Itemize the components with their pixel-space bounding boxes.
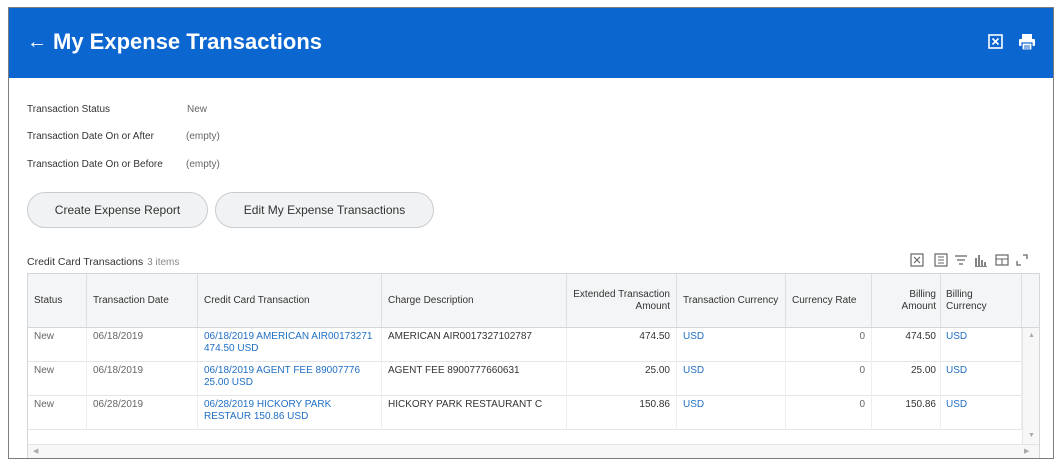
- cell-extended-amount: 474.50: [567, 328, 677, 362]
- column-header-billing-amount[interactable]: Billing Amount: [872, 274, 941, 327]
- filter-icon[interactable]: [953, 252, 969, 268]
- horizontal-scrollbar[interactable]: ◀ ▶: [28, 444, 1039, 458]
- page-header: ← My Expense Transactions: [9, 8, 1053, 78]
- credit-card-transactions-grid: Status Transaction Date Credit Card Tran…: [27, 273, 1040, 458]
- cell-credit-card-transaction-link[interactable]: 06/28/2019 HICKORY PARK RESTAUR 150.86 U…: [198, 396, 382, 430]
- column-header-transaction-currency[interactable]: Transaction Currency: [677, 274, 786, 327]
- cell-billing-amount: 25.00: [872, 362, 941, 396]
- cell-transaction-currency-link[interactable]: USD: [677, 396, 786, 430]
- scroll-up-icon[interactable]: ▲: [1028, 332, 1035, 340]
- table-row: New 06/28/2019 06/28/2019 HICKORY PARK R…: [28, 396, 1039, 430]
- page-title: My Expense Transactions: [53, 29, 322, 54]
- filter-value: (empty): [186, 159, 220, 170]
- scroll-right-icon[interactable]: ▶: [1024, 448, 1029, 456]
- column-header-billing-currency[interactable]: Billing Currency: [941, 274, 1022, 327]
- grid-item-count: 3 items: [147, 257, 180, 268]
- filter-label: Transaction Date On or After: [27, 131, 154, 142]
- grid-title: Credit Card Transactions 3 items: [27, 255, 179, 270]
- table-row: New 06/18/2019 06/18/2019 AMERICAN AIR00…: [28, 328, 1039, 362]
- cell-extended-amount: 150.86: [567, 396, 677, 430]
- column-header-charge-description[interactable]: Charge Description: [382, 274, 567, 327]
- cell-credit-card-transaction-link[interactable]: 06/18/2019 AMERICAN AIR00173271 474.50 U…: [198, 328, 382, 362]
- cell-billing-currency-link[interactable]: USD: [941, 396, 1022, 430]
- cell-transaction-date: 06/18/2019: [87, 328, 198, 362]
- cell-transaction-currency-link[interactable]: USD: [677, 362, 786, 396]
- print-icon[interactable]: [1017, 32, 1037, 52]
- cell-billing-currency-link[interactable]: USD: [941, 362, 1022, 396]
- cell-charge-description: HICKORY PARK RESTAURANT C: [382, 396, 567, 430]
- table-view-icon[interactable]: [994, 252, 1010, 268]
- column-header-currency-rate[interactable]: Currency Rate: [786, 274, 872, 327]
- cell-transaction-date: 06/28/2019: [87, 396, 198, 430]
- filter-value: (empty): [186, 131, 220, 142]
- cell-billing-currency-link[interactable]: USD: [941, 328, 1022, 362]
- chart-icon[interactable]: [973, 252, 989, 268]
- column-header-transaction-date[interactable]: Transaction Date: [87, 274, 198, 327]
- cell-status: New: [28, 328, 87, 362]
- column-header-extended-transaction-amount[interactable]: Extended Transaction Amount: [567, 274, 677, 327]
- cell-currency-rate: 0: [786, 396, 872, 430]
- filter-label: Transaction Date On or Before: [27, 159, 163, 170]
- cell-status: New: [28, 362, 87, 396]
- excel-export-icon[interactable]: [909, 252, 925, 268]
- filter-label: Transaction Status: [27, 104, 111, 115]
- cell-currency-rate: 0: [786, 328, 872, 362]
- back-arrow-icon[interactable]: ←: [27, 28, 47, 56]
- cell-credit-card-transaction-link[interactable]: 06/18/2019 AGENT FEE 89007776 25.00 USD: [198, 362, 382, 396]
- cell-charge-description: AMERICAN AIR0017327102787: [382, 328, 567, 362]
- cell-charge-description: AGENT FEE 8900777660631: [382, 362, 567, 396]
- scroll-left-icon[interactable]: ◀: [33, 448, 38, 456]
- table-row: New 06/18/2019 06/18/2019 AGENT FEE 8900…: [28, 362, 1039, 396]
- excel-export-icon[interactable]: [986, 32, 1006, 52]
- cell-extended-amount: 25.00: [567, 362, 677, 396]
- column-header-status[interactable]: Status: [28, 274, 87, 327]
- cell-billing-amount: 150.86: [872, 396, 941, 430]
- expand-icon[interactable]: [1014, 252, 1030, 268]
- create-expense-report-button[interactable]: Create Expense Report: [27, 192, 208, 228]
- filter-value: New: [187, 104, 208, 115]
- scroll-down-icon[interactable]: ▼: [1028, 432, 1035, 440]
- grid-header: Status Transaction Date Credit Card Tran…: [28, 274, 1039, 328]
- cell-billing-amount: 474.50: [872, 328, 941, 362]
- cell-currency-rate: 0: [786, 362, 872, 396]
- cell-transaction-date: 06/18/2019: [87, 362, 198, 396]
- cell-transaction-currency-link[interactable]: USD: [677, 328, 786, 362]
- vertical-scrollbar[interactable]: ▲ ▼: [1022, 328, 1039, 444]
- cell-status: New: [28, 396, 87, 430]
- column-header-credit-card-transaction[interactable]: Credit Card Transaction: [198, 274, 382, 327]
- page-frame: ← My Expense Transactions Transaction St…: [8, 7, 1054, 459]
- grid-title-text: Credit Card Transactions: [27, 256, 144, 268]
- column-chooser-icon[interactable]: [933, 252, 949, 268]
- edit-my-expense-transactions-button[interactable]: Edit My Expense Transactions: [215, 192, 434, 228]
